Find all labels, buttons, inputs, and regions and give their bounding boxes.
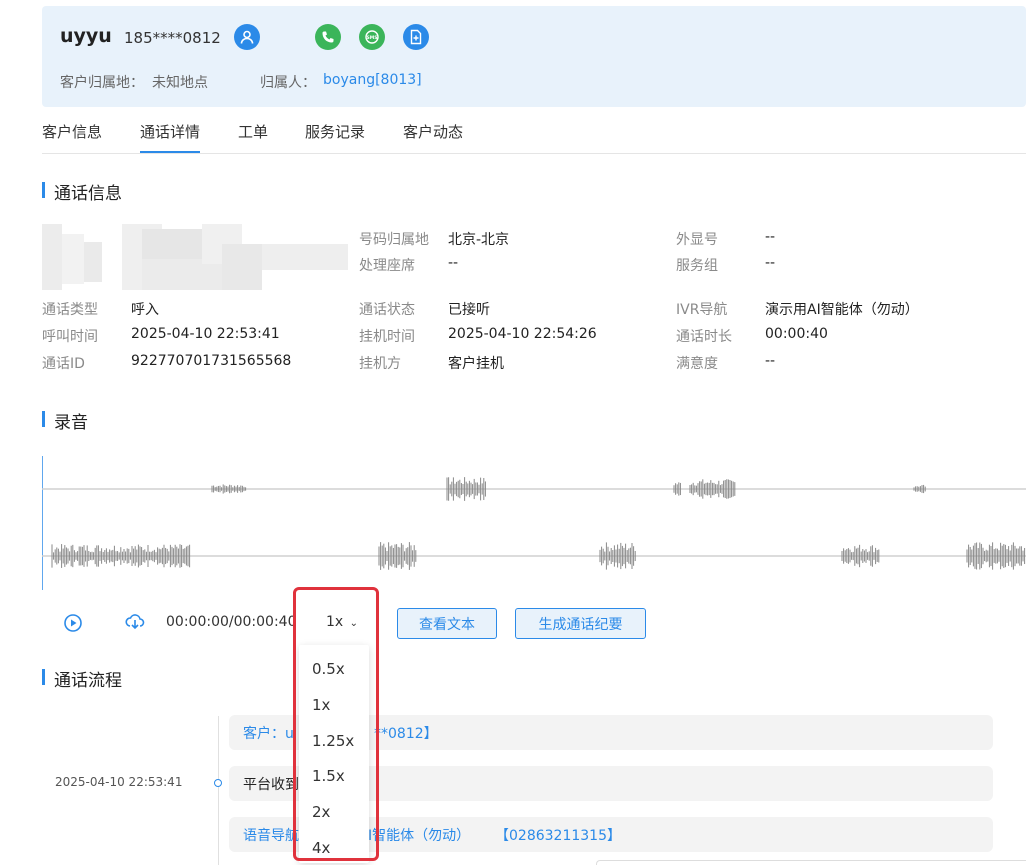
detail-tabs: 客户信息 通话详情 工单 服务记录 客户动态 [42, 118, 1026, 154]
tab-call-details[interactable]: 通话详情 [140, 121, 201, 153]
call-id-value: 922770701731565568 [131, 353, 292, 369]
hangup-time-value: 2025-04-10 22:54:26 [448, 326, 597, 342]
duration-label: 通话时长 [676, 329, 732, 345]
speed-dropdown: 0.5x 1x 1.25x 1.5x 2x 4x [299, 645, 369, 863]
speed-option-2x[interactable]: 2x [312, 803, 330, 821]
svg-text:SMS: SMS [367, 35, 378, 41]
play-icon[interactable] [63, 613, 83, 633]
call-time-value: 2025-04-10 22:53:41 [131, 326, 280, 342]
user-icon[interactable] [234, 24, 260, 50]
download-icon[interactable] [125, 612, 145, 632]
service-group-label: 服务组 [676, 258, 718, 274]
panel-edge [596, 860, 1026, 865]
speed-select[interactable]: 1x ⌄ [326, 614, 358, 630]
speed-option-4x[interactable]: 4x [312, 839, 330, 857]
handler-value: -- [448, 255, 459, 271]
generate-summary-button[interactable]: 生成通话纪要 [515, 608, 646, 639]
playback-time: 00:00:00/00:00:40 [166, 614, 297, 630]
tab-customer-info[interactable]: 客户信息 [42, 121, 102, 151]
satisfaction-value: -- [765, 353, 776, 369]
flow-item-text: 平台收到 [243, 777, 299, 793]
handler-label: 处理座席 [359, 258, 415, 274]
speed-value: 1x [326, 614, 344, 630]
number-location-value: 北京-北京 [448, 232, 510, 248]
call-type-label: 通话类型 [42, 302, 98, 318]
hangup-side-value: 客户挂机 [448, 356, 504, 372]
section-title-call-info: 通话信息 [42, 179, 122, 204]
sms-icon[interactable]: SMS [359, 24, 385, 50]
speed-option-0.5x[interactable]: 0.5x [312, 660, 345, 678]
flow-timeline-dot [214, 779, 222, 787]
redacted-area [42, 224, 348, 290]
add-file-icon[interactable] [403, 24, 429, 50]
tab-customer-activity[interactable]: 客户动态 [403, 121, 463, 151]
audio-waveform[interactable] [42, 456, 1026, 590]
call-time-label: 呼叫时间 [42, 329, 98, 345]
section-title-recording: 录音 [42, 408, 88, 433]
duration-value: 00:00:40 [765, 326, 828, 342]
display-number-value: -- [765, 229, 776, 245]
call-id-label: 通话ID [42, 356, 85, 372]
call-status-label: 通话状态 [359, 302, 415, 318]
flow-item-text: **0812】 [374, 726, 438, 742]
flow-item-text: 客户：u [243, 726, 294, 742]
number-location-label: 号码归属地 [359, 232, 429, 248]
chevron-down-icon: ⌄ [349, 618, 359, 629]
flow-timeline-line [218, 716, 219, 865]
location-value: 未知地点 [152, 75, 208, 91]
customer-name: uyyu [60, 25, 112, 47]
location-label: 客户归属地： [60, 75, 144, 91]
customer-header-card: uyyu 185****0812 SMS 客户归属地： 未知地点 归属人： bo… [42, 6, 1026, 107]
flow-time: 2025-04-10 22:53:41 [55, 775, 183, 789]
flow-item-text: I智能体（勿动） [368, 828, 471, 844]
owner-label: 归属人： [260, 75, 316, 91]
service-group-value: -- [765, 255, 776, 271]
hangup-side-label: 挂机方 [359, 356, 401, 372]
call-type-value: 呼入 [131, 302, 159, 318]
ivr-value: 演示用AI智能体（勿动） [765, 302, 919, 318]
display-number-label: 外显号 [676, 232, 718, 248]
speed-option-1x[interactable]: 1x [312, 696, 330, 714]
speed-option-1.25x[interactable]: 1.25x [312, 732, 354, 750]
flow-item-text: 语音导航 [243, 828, 299, 844]
speed-option-1.5x[interactable]: 1.5x [312, 767, 345, 785]
tab-work-order[interactable]: 工单 [238, 121, 268, 151]
owner-value[interactable]: boyang[8013] [323, 72, 422, 88]
section-title-flow: 通话流程 [42, 666, 122, 691]
customer-phone: 185****0812 [124, 29, 221, 47]
phone-icon[interactable] [315, 24, 341, 50]
call-status-value: 已接听 [448, 302, 490, 318]
hangup-time-label: 挂机时间 [359, 329, 415, 345]
view-text-button[interactable]: 查看文本 [397, 608, 497, 639]
ivr-label: IVR导航 [676, 302, 728, 318]
tab-service-records[interactable]: 服务记录 [305, 121, 365, 151]
flow-item-text: 【02863211315】 [495, 828, 621, 844]
satisfaction-label: 满意度 [676, 356, 718, 372]
